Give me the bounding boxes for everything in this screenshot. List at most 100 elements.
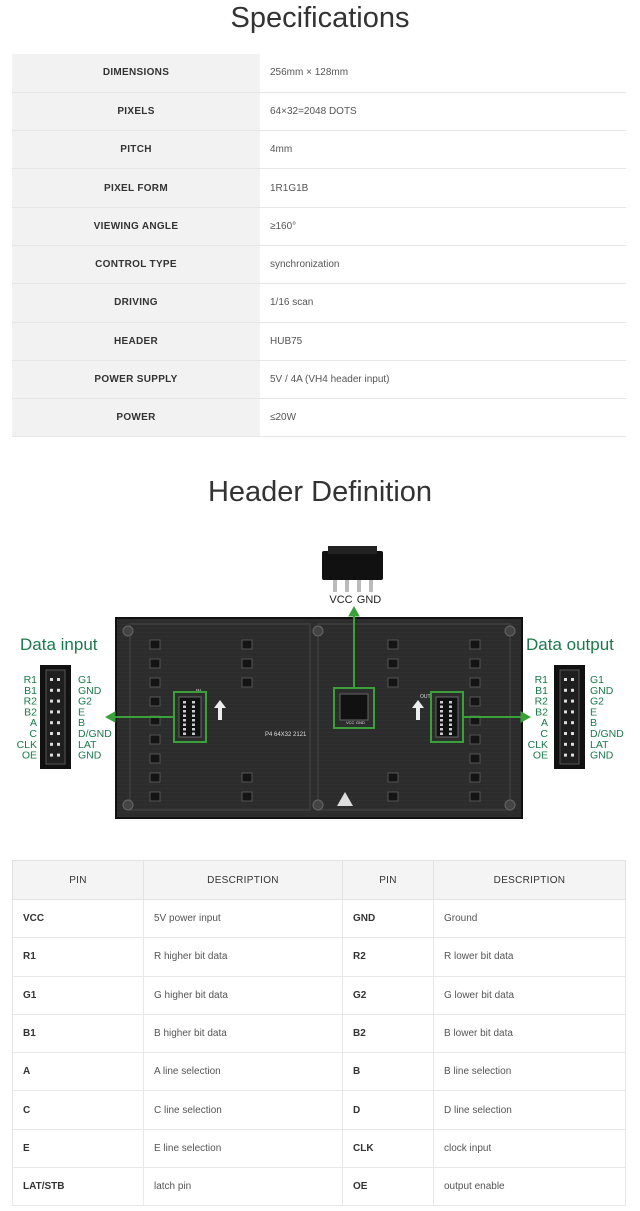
vh4-label-vcc: VCC	[346, 720, 355, 725]
connector-pin	[57, 710, 60, 714]
header-pin	[440, 732, 443, 735]
spec-label: PITCH	[12, 130, 260, 170]
connector-pin	[50, 699, 53, 703]
header-pin	[192, 705, 195, 708]
table-row: B1 B higher bit data B2 B lower bit data	[12, 1013, 626, 1054]
pin-name: E	[12, 1128, 144, 1169]
spec-row: PITCH 4mm	[12, 130, 626, 170]
specifications-table: DIMENSIONS 256mm × 128mm PIXELS 64×32=2048 …	[12, 54, 626, 438]
connector-pin	[564, 721, 567, 725]
header-pin	[449, 705, 452, 708]
driver-chip	[241, 677, 253, 688]
header-pin	[192, 719, 195, 722]
description-header: DESCRIPTION	[433, 860, 626, 900]
spec-row: DRIVING 1/16 scan	[12, 283, 626, 323]
spec-row: POWER ≤20W	[12, 398, 626, 438]
pin-description: clock input	[433, 1128, 626, 1169]
connector-pin	[571, 753, 574, 757]
pin-description: R lower bit data	[433, 937, 626, 977]
driver-chip	[387, 677, 399, 688]
connector-pin	[50, 678, 53, 681]
spec-row: PIXEL FORM 1R1G1B	[12, 168, 626, 208]
driver-chip	[469, 734, 481, 745]
table-row: G1 G higher bit data G2 G lower bit data	[12, 975, 626, 1015]
pin-label: OE	[533, 750, 548, 762]
spec-label: CONTROL TYPE	[12, 245, 260, 285]
connector-pin	[564, 753, 567, 757]
power-label-vcc: VCC	[329, 594, 352, 606]
pin-header: PIN	[342, 860, 434, 900]
connector-pin	[57, 753, 60, 757]
table-row: AA line selection B B line selection	[12, 1052, 626, 1092]
header-pin	[440, 728, 443, 731]
header-pin	[192, 710, 195, 713]
spec-label: DRIVING	[12, 283, 260, 323]
spec-label: PIXELS	[12, 92, 260, 132]
power-connector-icon	[322, 546, 383, 592]
driver-chip	[469, 772, 481, 783]
data-input-label: Data input	[20, 635, 98, 654]
pin-description: E line selection	[143, 1128, 343, 1169]
connector-pin	[571, 678, 574, 681]
header-pin	[192, 723, 195, 726]
table-row: LAT/STB latch pin OE output enable	[12, 1167, 626, 1207]
connector-pin	[571, 732, 574, 735]
spec-row: POWER SUPPLY 5V / 4A (VH4 header input)	[12, 360, 626, 400]
driver-chip	[149, 791, 161, 802]
pin-header: PIN	[12, 860, 144, 900]
connector-pin	[57, 678, 60, 681]
vh4-label-gnd: GND	[356, 720, 365, 725]
connector-pin	[50, 742, 53, 746]
pin-name: LAT/STB	[12, 1167, 144, 1207]
pin-label: OE	[22, 750, 37, 762]
header-pin	[192, 728, 195, 731]
header-pin	[192, 701, 195, 704]
driver-chip	[469, 658, 481, 669]
connector-pin	[564, 688, 567, 692]
driver-chip	[241, 772, 253, 783]
spec-row: DIMENSIONS 256mm × 128mm	[12, 54, 626, 93]
header-pin	[183, 714, 186, 717]
spec-value: ≥160°	[260, 207, 626, 246]
pin-name: GND	[342, 898, 434, 939]
spec-value: 256mm × 128mm	[260, 54, 626, 93]
driver-chip	[469, 696, 481, 707]
header-pin	[440, 710, 443, 713]
connector-pin	[57, 732, 60, 735]
connector-pin	[57, 699, 60, 703]
header-pin	[183, 732, 186, 735]
header-pin	[449, 701, 452, 704]
driver-chip	[241, 791, 253, 802]
driver-chip	[469, 677, 481, 688]
connector-pin	[564, 732, 567, 735]
pin-name: B1	[12, 1013, 144, 1054]
spec-label: DIMENSIONS	[12, 54, 260, 93]
header-pin	[183, 728, 186, 731]
connector-pin	[564, 710, 567, 714]
data-output-label: Data output	[526, 635, 614, 654]
driver-chip	[241, 658, 253, 669]
spec-label: PIXEL FORM	[12, 168, 260, 208]
pin-name: G1	[12, 975, 144, 1015]
driver-chip	[387, 772, 399, 783]
header-pin	[440, 719, 443, 722]
header-pin	[183, 701, 186, 704]
pin-name: B2	[342, 1013, 434, 1054]
header-pin	[440, 723, 443, 726]
header-pin	[449, 710, 452, 713]
spec-row: HEADER HUB75	[12, 322, 626, 361]
driver-chip	[149, 639, 161, 650]
spec-value: synchronization	[260, 245, 626, 285]
header-pin	[183, 719, 186, 722]
header-pin	[183, 723, 186, 726]
connector-pin	[571, 710, 574, 714]
connector-pin	[564, 678, 567, 681]
driver-chip	[387, 639, 399, 650]
driver-chip	[149, 772, 161, 783]
pin-description: D line selection	[433, 1090, 626, 1130]
spec-value: 4mm	[260, 130, 626, 170]
specifications-title: Specifications	[230, 2, 410, 34]
led-panel-board: P4 64X32 2121 IN OUT	[115, 617, 523, 819]
header-pin	[192, 732, 195, 735]
pin-name: G2	[342, 975, 434, 1015]
